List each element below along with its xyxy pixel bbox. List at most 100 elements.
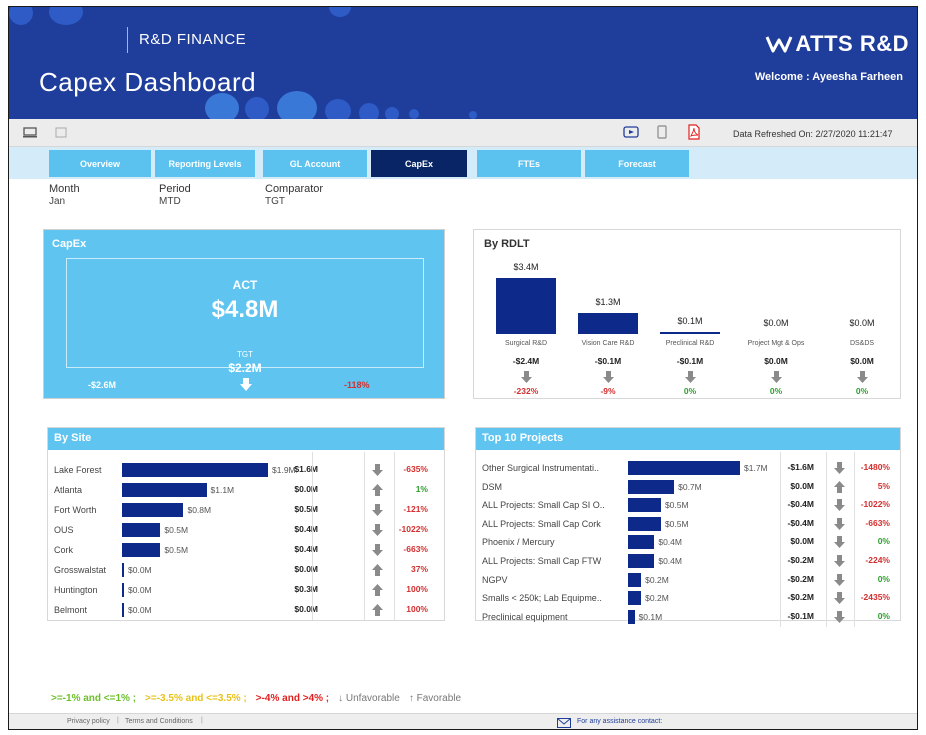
tablet-icon[interactable] (55, 127, 67, 138)
row-bar[interactable] (122, 463, 268, 477)
footer-divider: | (201, 717, 203, 724)
top-projects-card[interactable]: Top 10 Projects Other Surgical Instrumen… (475, 427, 901, 628)
column-divider (826, 452, 827, 628)
table-row[interactable]: Smalls < 250k; Lab Equipme.. $0.2M -$0.2M -… (476, 588, 900, 608)
row-pct: 100% (406, 584, 428, 594)
table-row[interactable]: ALL Projects: Small Cap Cork $0.5M -$0.4M -… (476, 514, 900, 534)
table-row[interactable]: Huntington $0.0M $0.3M 100% (48, 580, 444, 600)
filter-month[interactable]: Month Jan (49, 183, 80, 207)
tab-forecast[interactable]: Forecast (585, 150, 689, 177)
welcome-text: Welcome : Ayeesha Farheen (754, 71, 903, 83)
table-row[interactable]: Atlanta $1.1M $0.0M 1% (48, 480, 444, 500)
row-bar[interactable] (628, 461, 740, 475)
row-bar[interactable] (628, 479, 675, 494)
row-bar[interactable] (122, 563, 124, 577)
table-row[interactable]: ALL Projects: Small Cap FTW $0.4M -$0.2M -2… (476, 551, 900, 571)
table-row[interactable]: Phoenix / Mercury $0.4M $0.0M 0% (476, 532, 900, 552)
by-rdlt-card[interactable]: By RDLT $3.4M Surgical R&D -$2.4M -232% $1.3… (473, 229, 901, 399)
data-refreshed-label: Data Refreshed On: 2/27/2020 11:21:47 (733, 129, 893, 139)
row-label: Other Surgical Instrumentati.. (482, 463, 600, 473)
row-bar[interactable] (628, 591, 642, 606)
desktop-icon[interactable] (23, 127, 37, 138)
rdlt-bar[interactable] (578, 312, 638, 334)
decor-dot (245, 97, 269, 119)
row-label: Belmont (54, 605, 88, 615)
row-arrow (834, 610, 845, 625)
pdf-icon[interactable] (687, 124, 701, 140)
table-row[interactable]: Grosswalstat $0.0M $0.0M 37% (48, 560, 444, 580)
tab-gl-account[interactable]: GL Account (263, 150, 367, 177)
filter-label: Period (159, 183, 191, 195)
rdlt-bar-value: $0.0M (849, 318, 875, 328)
arrow-down-icon (834, 555, 845, 567)
table-row[interactable]: ALL Projects: Small Cap SI O.. $0.5M -$0.4… (476, 495, 900, 515)
rdlt-bar[interactable] (660, 332, 720, 334)
arrow-down-icon (834, 536, 845, 549)
table-row[interactable]: Cork $0.5M $0.4M -663% (48, 540, 444, 560)
filter-period[interactable]: Period MTD (159, 183, 191, 207)
table-row[interactable]: Fort Worth $0.8M $0.5M -121% (48, 500, 444, 520)
rdlt-variance: -$0.1M (676, 356, 704, 366)
mail-icon[interactable] (557, 718, 571, 728)
row-pct: 0% (877, 610, 890, 621)
row-bar[interactable] (628, 535, 655, 550)
table-row[interactable]: Preclinical equipment $0.1M -$0.1M 0% (476, 607, 900, 627)
arrow-down-icon (372, 504, 383, 516)
row-pct: -224% (865, 555, 890, 565)
terms-link[interactable]: Terms and Conditions (125, 718, 193, 725)
table-row[interactable]: NGPV $0.2M -$0.2M 0% (476, 570, 900, 590)
tab-reporting-levels[interactable]: Reporting Levels (155, 150, 255, 177)
tab-ftes[interactable]: FTEs (477, 150, 581, 177)
row-label: ALL Projects: Small Cap FTW (482, 556, 602, 566)
by-site-card[interactable]: By Site Lake Forest $1.9M $1.6M -635% Atlant… (47, 427, 445, 621)
row-bar[interactable] (122, 583, 124, 597)
row-bar[interactable] (628, 609, 635, 624)
row-bar[interactable] (628, 572, 642, 587)
rdlt-bar[interactable] (496, 278, 556, 334)
row-bar[interactable] (628, 516, 661, 531)
row-bar[interactable] (122, 543, 161, 557)
rdlt-variance: -$2.4M (512, 356, 540, 366)
arrow-down-icon (684, 371, 696, 383)
row-arrow (834, 592, 845, 606)
rdlt-variance: $0.0M (850, 356, 874, 366)
capex-kpi-card[interactable]: CapEx ACT $4.8M TGT $2.2M -$2.6M -118% (43, 229, 445, 399)
filter-comparator[interactable]: Comparator TGT (265, 183, 323, 207)
decor-dot (409, 109, 419, 119)
decor-dot (277, 91, 317, 119)
table-row[interactable]: OUS $0.5M $0.4M -1022% (48, 520, 444, 540)
row-variance: -$0.2M (787, 573, 814, 584)
rdlt-bar-value: $1.3M (595, 296, 621, 307)
row-arrow (372, 504, 383, 518)
row-bar[interactable] (628, 498, 661, 513)
table-row[interactable]: Other Surgical Instrumentati.. $1.7M -$1.6… (476, 458, 900, 478)
table-row[interactable]: Belmont $0.0M $0.0M 100% (48, 600, 444, 620)
row-bar[interactable] (122, 503, 184, 517)
assistance-contact[interactable]: For any assistance contact: (577, 718, 662, 725)
table-row[interactable]: Lake Forest $1.9M $1.6M -635% (48, 460, 444, 480)
tab-overview[interactable]: Overview (49, 150, 151, 177)
row-label: Preclinical equipment (482, 611, 568, 622)
row-label: Smalls < 250k; Lab Equipme.. (482, 593, 602, 604)
row-label: ALL Projects: Small Cap SI O.. (482, 500, 605, 511)
row-bar[interactable] (122, 483, 207, 497)
arrow-up-icon (372, 484, 383, 496)
rdlt-pct: -232% (513, 386, 539, 396)
mobile-icon[interactable] (657, 125, 667, 139)
privacy-policy-link[interactable]: Privacy policy (67, 718, 110, 725)
rdlt-pct: -9% (600, 386, 616, 396)
act-value: $4.8M (211, 296, 279, 323)
row-bar[interactable] (628, 554, 655, 568)
row-bar[interactable] (122, 523, 161, 537)
row-pct: 100% (406, 604, 428, 614)
row-arrow (834, 480, 845, 495)
row-pct: 37% (410, 564, 428, 574)
arrow-down-icon (372, 464, 383, 476)
row-bar[interactable] (122, 603, 124, 617)
arrow-down-icon (834, 592, 845, 605)
present-icon[interactable] (623, 126, 639, 138)
table-row[interactable]: DSM $0.7M $0.0M 5% (476, 477, 900, 497)
tab-capex[interactable]: CapEx (371, 150, 467, 177)
arrow-down-icon (834, 499, 845, 512)
row-bar-value: $0.8M (187, 505, 212, 515)
